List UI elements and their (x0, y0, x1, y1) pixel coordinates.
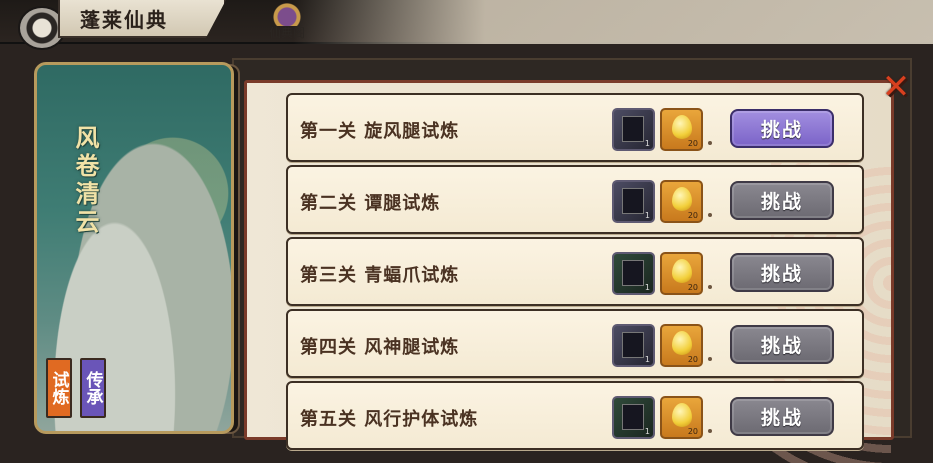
tab-xiandian-pavilion[interactable]: 仙典阁 (259, 0, 315, 44)
skill-book-icon[interactable]: 1 (612, 180, 655, 223)
gold-ingot-icon[interactable]: 20 (660, 252, 703, 295)
skill-card-title: 风卷清云 (71, 125, 99, 237)
item-qty: 20 (687, 211, 698, 220)
item-qty: 20 (687, 283, 698, 292)
close-icon[interactable]: ✕ (876, 67, 916, 107)
item-qty: 1 (644, 139, 650, 148)
top-bar-paper-texture (293, 0, 933, 44)
challenge-button[interactable]: 挑战 (730, 397, 834, 436)
skill-book-icon[interactable]: 1 (612, 252, 655, 295)
gold-ingot-icon[interactable]: 20 (660, 180, 703, 223)
stage-title: 第一关 旋风腿试炼 (300, 120, 460, 142)
divider-dot (708, 141, 712, 145)
divider-dot (708, 213, 712, 217)
skill-book-icon[interactable]: 1 (612, 108, 655, 151)
stage-row: 第三关 青蝠爪试炼 1 20 挑战 (286, 237, 864, 306)
divider-dot (708, 357, 712, 361)
page-title: 蓬莱仙典 (58, 0, 226, 38)
challenge-button[interactable]: 挑战 (730, 253, 834, 292)
challenge-button[interactable]: 挑战 (730, 109, 834, 148)
stage-row: 第四关 风神腿试炼 1 20 挑战 (286, 309, 864, 378)
tab-trial[interactable]: 试炼 (46, 358, 72, 418)
tab-inheritance[interactable]: 传承 (80, 358, 106, 418)
item-qty: 20 (687, 139, 698, 148)
tab-label: 仙典阁 (268, 26, 305, 40)
gold-ingot-icon[interactable]: 20 (660, 324, 703, 367)
skill-book-icon[interactable]: 1 (612, 324, 655, 367)
stage-title: 第五关 风行护体试炼 (300, 408, 479, 430)
challenge-button[interactable]: 挑战 (730, 325, 834, 364)
item-qty: 1 (644, 211, 650, 220)
challenge-button[interactable]: 挑战 (730, 181, 834, 220)
stage-title: 第二关 谭腿试炼 (300, 192, 441, 214)
gold-ingot-icon[interactable]: 20 (660, 108, 703, 151)
divider-dot (708, 285, 712, 289)
stage-row: 第二关 谭腿试炼 1 20 挑战 (286, 165, 864, 234)
item-qty: 1 (644, 283, 650, 292)
item-qty: 20 (687, 355, 698, 364)
pavilion-icon (270, 0, 304, 26)
stage-title: 第四关 风神腿试炼 (300, 336, 460, 358)
divider-dot (708, 429, 712, 433)
stage-title: 第三关 青蝠爪试炼 (300, 264, 460, 286)
stage-row: 第一关 旋风腿试炼 1 20 挑战 (286, 93, 864, 162)
skill-book-icon[interactable]: 1 (612, 396, 655, 439)
gold-ingot-icon[interactable]: 20 (660, 396, 703, 439)
item-qty: 1 (644, 355, 650, 364)
stage-row: 第五关 风行护体试炼 1 20 挑战 (286, 381, 864, 450)
